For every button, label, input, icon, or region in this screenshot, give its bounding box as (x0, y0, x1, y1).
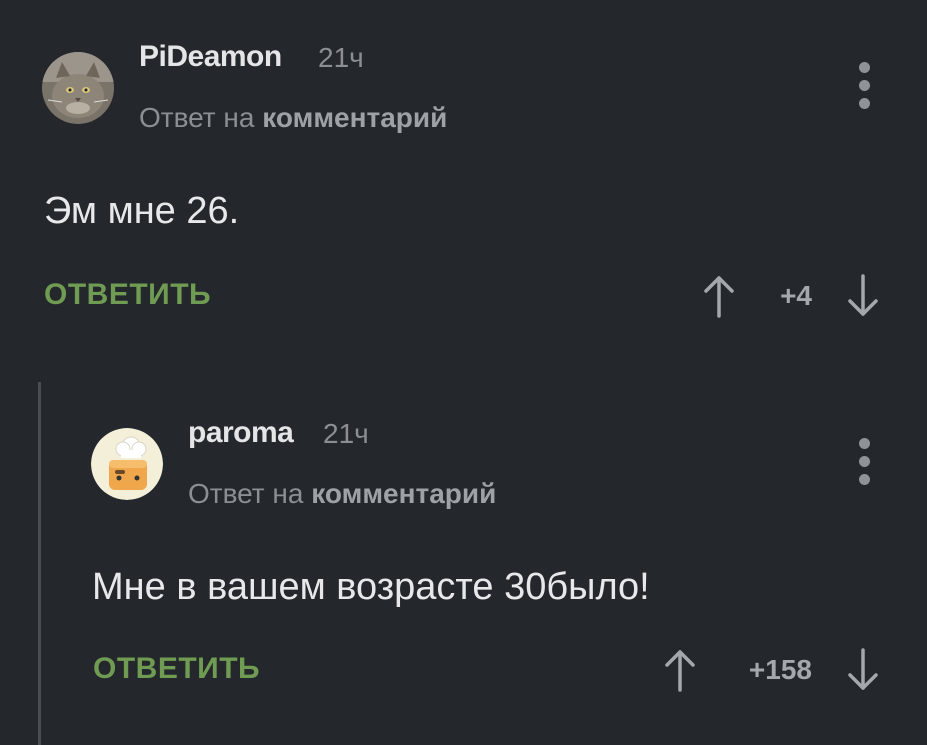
downvote-arrow-icon[interactable] (847, 648, 879, 692)
downvote-arrow-icon[interactable] (847, 274, 879, 318)
reply-to-prefix: Ответ на (139, 102, 255, 133)
reply-button[interactable]: ОТВЕТИТЬ (93, 652, 260, 686)
reply-to-comment-link[interactable]: комментарий (311, 478, 496, 509)
reply-to-comment-link[interactable]: комментарий (262, 102, 447, 133)
comment-paroma: paroma 21ч Ответ на комментарий Мне в ва… (0, 380, 927, 745)
reply-to-line: Ответ на комментарий (188, 478, 496, 510)
timestamp: 21ч (318, 42, 364, 73)
more-options-icon[interactable] (857, 438, 871, 485)
chef-toaster-avatar-icon (91, 428, 163, 500)
avatar[interactable] (42, 52, 114, 124)
comment-text: Эм мне 26. (44, 190, 240, 232)
timestamp: 21ч (323, 418, 369, 449)
upvote-arrow-icon[interactable] (664, 648, 696, 692)
username[interactable]: PiDeamon (139, 40, 282, 74)
rating-count: +158 (748, 654, 812, 685)
upvote-arrow-icon[interactable] (703, 274, 735, 318)
comment-text: Мне в вашем возрасте 30было! (92, 566, 650, 608)
cat-avatar-icon (42, 52, 114, 124)
reply-button[interactable]: ОТВЕТИТЬ (44, 278, 211, 312)
rating-count: +4 (780, 280, 812, 311)
comment-pideamon: PiDeamon 21ч Ответ на комментарий Эм мне… (0, 0, 927, 360)
comments-page: PiDeamon 21ч Ответ на комментарий Эм мне… (0, 0, 927, 745)
reply-to-line: Ответ на комментарий (139, 102, 447, 134)
reply-to-prefix: Ответ на (188, 478, 304, 509)
more-options-icon[interactable] (857, 62, 871, 109)
username[interactable]: paroma (188, 416, 294, 450)
avatar[interactable] (91, 428, 163, 500)
